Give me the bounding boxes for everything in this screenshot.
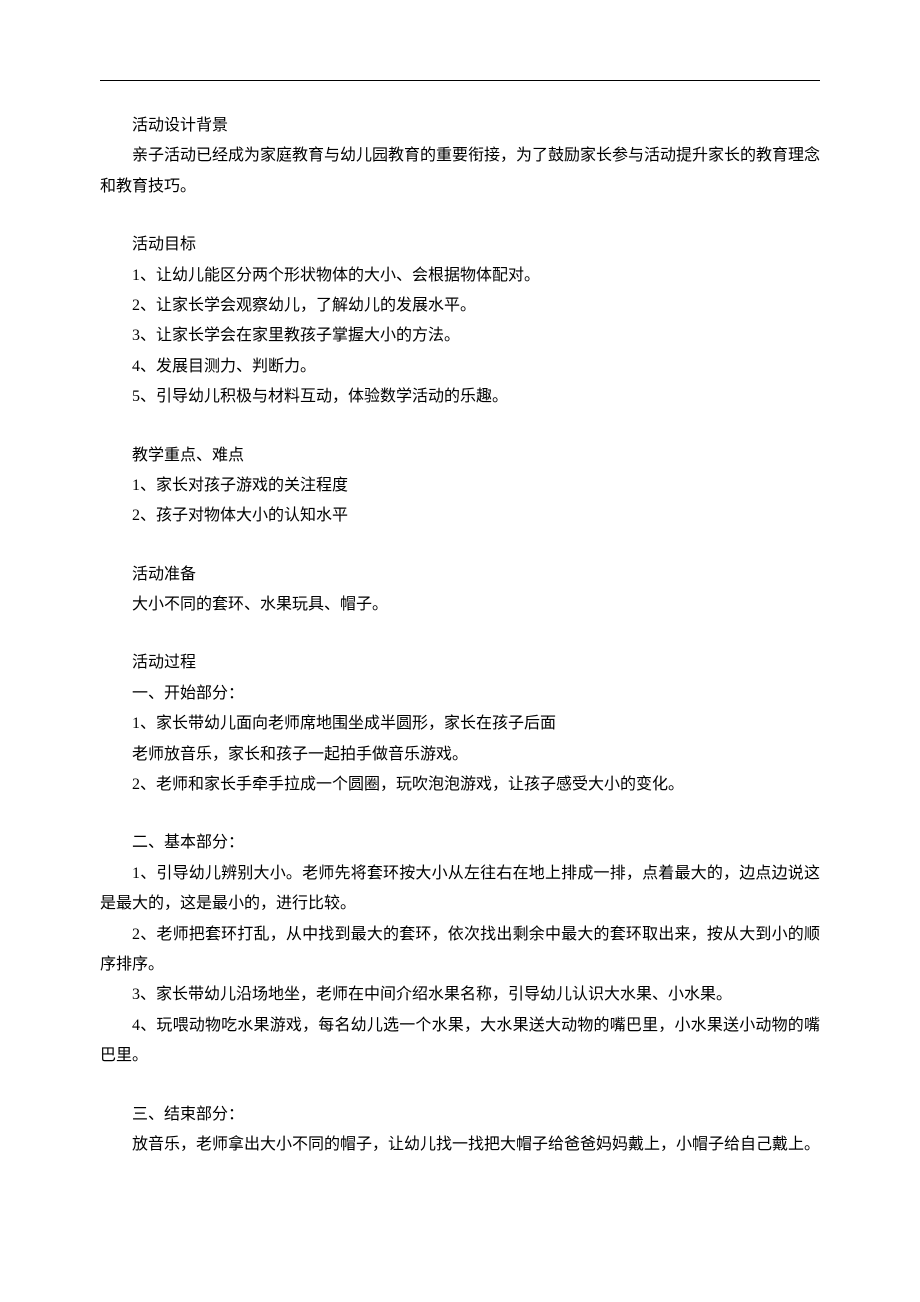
section-process-part3: 三、结束部分： 放音乐，老师拿出大小不同的帽子，让幼儿找一找把大帽子给爸爸妈妈戴… [100, 1100, 820, 1161]
preparation-content: 大小不同的套环、水果玩具、帽子。 [100, 590, 820, 620]
process-part1-title: 一、开始部分： [100, 679, 820, 709]
process-title: 活动过程 [100, 648, 820, 678]
process-part1-line: 老师放音乐，家长和孩子一起拍手做音乐游戏。 [100, 740, 820, 770]
process-part1-line: 2、老师和家长手牵手拉成一个圆圈，玩吹泡泡游戏，让孩子感受大小的变化。 [100, 770, 820, 800]
process-part2-title: 二、基本部分： [100, 828, 820, 858]
goals-item: 1、让幼儿能区分两个形状物体的大小、会根据物体配对。 [100, 261, 820, 291]
section-process-part2: 二、基本部分： 1、引导幼儿辨别大小。老师先将套环按大小从左往右在地上排成一排，… [100, 828, 820, 1071]
keypoints-title: 教学重点、难点 [100, 441, 820, 471]
goals-item: 2、让家长学会观察幼儿，了解幼儿的发展水平。 [100, 291, 820, 321]
section-process: 活动过程 一、开始部分： 1、家长带幼儿面向老师席地围坐成半圆形，家长在孩子后面… [100, 648, 820, 800]
section-keypoints: 教学重点、难点 1、家长对孩子游戏的关注程度 2、孩子对物体大小的认知水平 [100, 441, 820, 532]
background-title: 活动设计背景 [100, 111, 820, 141]
process-part3-title: 三、结束部分： [100, 1100, 820, 1130]
preparation-title: 活动准备 [100, 560, 820, 590]
process-part2-line: 4、玩喂动物吃水果游戏，每名幼儿选一个水果，大水果送大动物的嘴巴里，小水果送小动… [100, 1011, 820, 1072]
keypoints-item: 1、家长对孩子游戏的关注程度 [100, 471, 820, 501]
process-part2-line: 1、引导幼儿辨别大小。老师先将套环按大小从左往右在地上排成一排，点着最大的，边点… [100, 859, 820, 920]
divider-line [100, 80, 820, 81]
goals-item: 4、发展目测力、判断力。 [100, 352, 820, 382]
process-part2-line: 2、老师把套环打乱，从中找到最大的套环，依次找出剩余中最大的套环取出来，按从大到… [100, 920, 820, 981]
goals-title: 活动目标 [100, 230, 820, 260]
goals-item: 3、让家长学会在家里教孩子掌握大小的方法。 [100, 321, 820, 351]
process-part2-line: 3、家长带幼儿沿场地坐，老师在中间介绍水果名称，引导幼儿认识大水果、小水果。 [100, 980, 820, 1010]
keypoints-item: 2、孩子对物体大小的认知水平 [100, 501, 820, 531]
section-preparation: 活动准备 大小不同的套环、水果玩具、帽子。 [100, 560, 820, 621]
goals-item: 5、引导幼儿积极与材料互动，体验数学活动的乐趣。 [100, 382, 820, 412]
background-content: 亲子活动已经成为家庭教育与幼儿园教育的重要衔接，为了鼓励家长参与活动提升家长的教… [100, 141, 820, 202]
process-part3-content: 放音乐，老师拿出大小不同的帽子，让幼儿找一找把大帽子给爸爸妈妈戴上，小帽子给自己… [100, 1130, 820, 1160]
process-part1-line: 1、家长带幼儿面向老师席地围坐成半圆形，家长在孩子后面 [100, 709, 820, 739]
section-background: 活动设计背景 亲子活动已经成为家庭教育与幼儿园教育的重要衔接，为了鼓励家长参与活… [100, 111, 820, 202]
section-goals: 活动目标 1、让幼儿能区分两个形状物体的大小、会根据物体配对。 2、让家长学会观… [100, 230, 820, 412]
